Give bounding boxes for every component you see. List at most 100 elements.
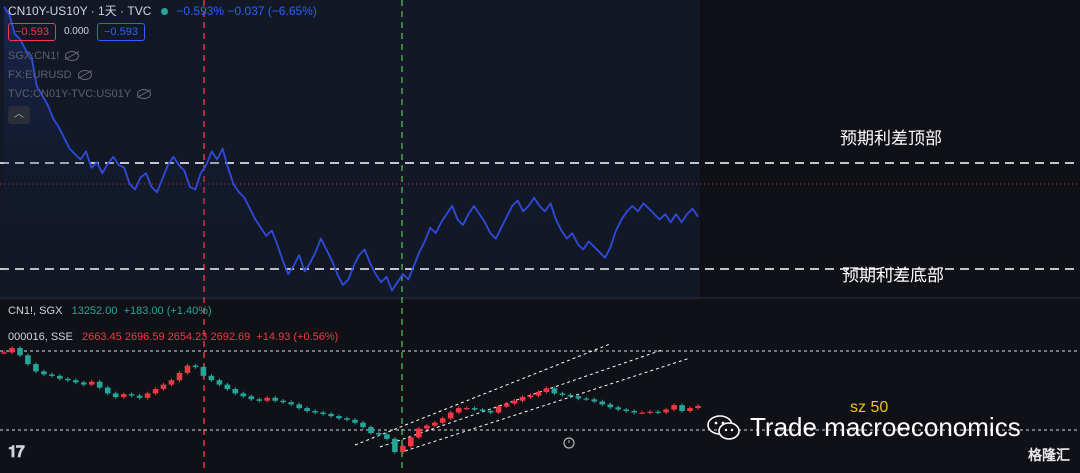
candle-body <box>9 348 15 353</box>
candle-body <box>567 394 574 397</box>
candle-body <box>96 381 103 388</box>
candle-body <box>280 400 286 403</box>
symbol-title[interactable]: CN10Y-US10Y · 1天 · TVC <box>8 4 151 18</box>
candle-body <box>623 409 629 411</box>
indicator-row-3[interactable]: TVC:CN01Y-TVC:US01Y <box>8 87 152 101</box>
alarm-clock-icon[interactable] <box>563 437 575 449</box>
candle-body <box>328 413 334 417</box>
tradingview-logo[interactable]: 𝟏𝟕 <box>8 444 25 462</box>
candle-body <box>695 405 701 409</box>
candle-body <box>264 397 270 401</box>
candle-body <box>352 419 358 423</box>
candle-body <box>41 371 47 375</box>
candle-body <box>543 388 550 392</box>
candle-body <box>495 406 502 413</box>
sse-name[interactable]: 000016, SSE <box>8 331 73 343</box>
sse-candles <box>1 346 701 454</box>
cn1-legend[interactable]: CN1!, SGX 13252.00 +183.00 (+1.40%) <box>8 304 212 318</box>
candle-body <box>400 446 406 452</box>
candle-body <box>535 391 542 396</box>
candle-body <box>647 411 653 413</box>
candle-body <box>607 404 614 408</box>
candle-body <box>655 411 661 413</box>
candle-body <box>583 398 590 400</box>
candle-body <box>160 384 167 389</box>
candle-body <box>511 400 518 404</box>
candle-body <box>439 418 446 423</box>
spread-top-annotation: 预期利差顶部 <box>840 129 942 148</box>
watermark-text: Trade macroeconomics <box>750 412 1021 442</box>
candle-body <box>112 393 119 398</box>
candle-body <box>336 416 342 419</box>
value-blue-badge[interactable]: −0.593 <box>96 23 145 41</box>
symbol-legend[interactable]: CN10Y-US10Y · 1天 · TVC −0.593% −0.037 (−6… <box>8 4 317 18</box>
hidden-eye-icon[interactable] <box>65 51 80 62</box>
candle-body <box>320 412 326 414</box>
candle-body <box>184 365 191 373</box>
indicator-row-2[interactable]: FX:EURUSD <box>8 68 92 82</box>
candle-body <box>368 427 374 433</box>
hidden-eye-icon[interactable] <box>137 89 152 100</box>
candle-body <box>65 378 71 381</box>
candle-body <box>599 401 606 405</box>
collapse-legend-button[interactable]: ︿ <box>8 106 30 124</box>
candle-body <box>57 375 63 379</box>
watermark: Trade macroeconomics <box>706 412 1021 443</box>
candle-body <box>424 425 430 429</box>
sse-ohlc: 2663.45 2696.59 2654.23 2692.69 <box>82 331 251 343</box>
candle-body <box>272 397 278 401</box>
candle-body <box>136 395 143 398</box>
candle-body <box>256 399 263 401</box>
candle-body <box>224 384 231 389</box>
candle-body <box>144 393 151 398</box>
symbol-change: −0.593% −0.037 (−6.65%) <box>176 4 317 18</box>
candle-body <box>455 408 462 413</box>
candle-body <box>615 407 621 410</box>
candle-body <box>312 411 318 413</box>
candle-body <box>551 388 558 394</box>
candle-body <box>519 397 526 401</box>
candle-body <box>120 394 127 397</box>
candle-body <box>104 387 111 394</box>
cn1-change: +183.00 (+1.40%) <box>123 305 212 317</box>
sse-legend[interactable]: 000016, SSE 2663.45 2696.59 2654.23 2692… <box>8 330 338 344</box>
candle-body <box>527 395 534 398</box>
candle-body <box>176 372 183 381</box>
candle-body <box>591 399 598 402</box>
candle-body <box>376 433 382 435</box>
candle-body <box>447 412 454 419</box>
cn1-value: 13252.00 <box>71 305 118 317</box>
value-red-badge[interactable]: −0.593 <box>8 23 56 41</box>
indicator-label: FX:EURUSD <box>8 69 72 81</box>
candle-body <box>639 412 645 414</box>
candle-body <box>384 434 390 439</box>
candle-body <box>216 380 223 385</box>
candle-body <box>73 380 79 383</box>
value-plain: 0.000 <box>63 26 89 37</box>
candle-body <box>1 352 7 354</box>
candle-body <box>192 365 199 368</box>
candle-body <box>392 438 398 452</box>
hidden-eye-icon[interactable] <box>77 70 92 81</box>
market-status-icon <box>161 8 169 16</box>
indicator-label: SGX:CN1! <box>8 50 60 62</box>
candle-body <box>49 374 55 376</box>
candle-body <box>463 408 470 410</box>
indicator-row-1[interactable]: SGX:CN1! <box>8 49 80 63</box>
candle-body <box>432 422 438 426</box>
candle-body <box>288 402 294 405</box>
candle-body <box>663 409 669 413</box>
chart-canvas[interactable] <box>0 0 1080 473</box>
candle-body <box>487 411 494 413</box>
candle-body <box>33 364 39 372</box>
indicator-label: TVC:CN01Y-TVC:US01Y <box>8 88 132 100</box>
gelonghui-logo: 格隆汇 <box>1028 447 1070 463</box>
channel-line-lower[interactable] <box>404 357 691 452</box>
candle-body <box>671 405 677 410</box>
candle-body <box>152 389 159 394</box>
candle-body <box>679 405 685 411</box>
cn1-name[interactable]: CN1!, SGX <box>8 305 62 317</box>
candle-body <box>344 418 350 420</box>
candle-body <box>503 403 510 407</box>
candle-body <box>687 408 693 411</box>
